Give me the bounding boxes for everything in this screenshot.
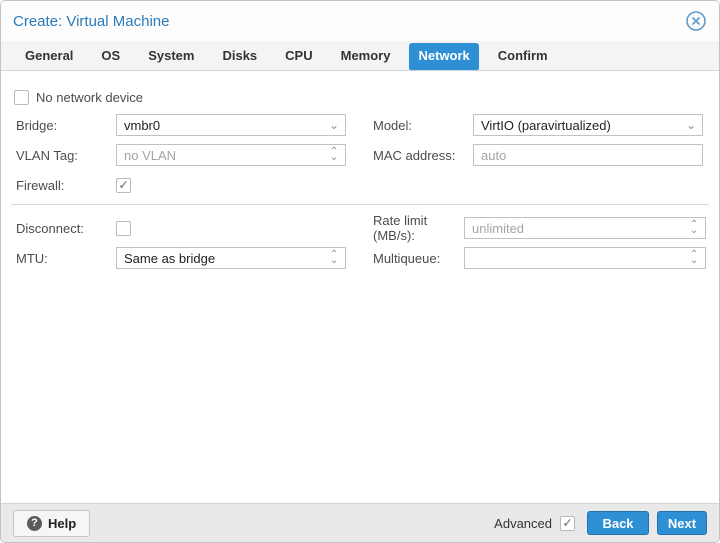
section-divider	[11, 204, 709, 205]
tab-general[interactable]: General	[16, 43, 82, 69]
spinner-arrows-icon[interactable]: ⌃ ⌄	[325, 250, 343, 266]
vlan-tag-label: VLAN Tag:	[16, 147, 78, 163]
spinner-down-icon[interactable]: ⌄	[690, 226, 698, 236]
tab-disks[interactable]: Disks	[213, 43, 266, 69]
rate-limit-label: Rate limit (MB/s):	[373, 213, 428, 243]
mtu-input[interactable]	[124, 248, 325, 268]
rate-limit-input[interactable]	[472, 218, 685, 238]
no-network-device-label: No network device	[36, 89, 143, 105]
no-network-device-checkbox[interactable]	[14, 89, 29, 105]
tab-system[interactable]: System	[139, 43, 203, 69]
multiqueue-spinner[interactable]: ⌃ ⌄	[464, 247, 706, 269]
dialog-footer: ? Help Advanced ✓ Back Next	[1, 503, 719, 542]
help-button-label: Help	[48, 515, 77, 531]
mac-address-field[interactable]	[473, 144, 703, 166]
spinner-down-icon[interactable]: ⌄	[330, 153, 338, 163]
firewall-checkbox[interactable]: ✓	[116, 177, 131, 193]
model-combo[interactable]: ⌄	[473, 114, 703, 136]
network-form: No network device Bridge: ⌄ Model: ⌄	[1, 71, 719, 503]
disconnect-label: Disconnect:	[16, 220, 84, 236]
page-title: Create: Virtual Machine	[13, 12, 170, 30]
tab-os[interactable]: OS	[92, 43, 129, 69]
create-vm-dialog: Create: Virtual Machine General OS Syste…	[0, 0, 720, 543]
vlan-tag-spinner[interactable]: ⌃ ⌄	[116, 144, 346, 166]
bridge-input[interactable]	[124, 115, 325, 135]
spinner-arrows-icon[interactable]: ⌃ ⌄	[685, 250, 703, 266]
multiqueue-input[interactable]	[472, 248, 685, 268]
dialog-header: Create: Virtual Machine	[1, 1, 719, 41]
tab-cpu[interactable]: CPU	[276, 43, 321, 69]
spinner-arrows-icon[interactable]: ⌃ ⌄	[325, 147, 343, 163]
advanced-checkbox[interactable]: ✓	[560, 515, 575, 531]
bridge-combo[interactable]: ⌄	[116, 114, 346, 136]
disconnect-checkbox[interactable]	[116, 220, 131, 236]
spinner-arrows-icon[interactable]: ⌃ ⌄	[685, 220, 703, 236]
vlan-tag-input[interactable]	[124, 145, 325, 165]
rate-limit-spinner[interactable]: ⌃ ⌄	[464, 217, 706, 239]
mtu-spinner[interactable]: ⌃ ⌄	[116, 247, 346, 269]
spinner-down-icon[interactable]: ⌄	[330, 256, 338, 266]
next-button[interactable]: Next	[657, 511, 707, 535]
tab-memory[interactable]: Memory	[332, 43, 400, 69]
help-icon: ?	[27, 515, 42, 531]
back-button[interactable]: Back	[587, 511, 649, 535]
mac-address-input[interactable]	[481, 145, 700, 165]
checkmark-glyph: ✓	[118, 178, 129, 192]
firewall-label: Firewall:	[16, 177, 65, 193]
mtu-label: MTU:	[16, 250, 48, 266]
advanced-label: Advanced	[494, 515, 552, 531]
chevron-down-icon[interactable]: ⌄	[325, 119, 343, 131]
tab-confirm[interactable]: Confirm	[489, 43, 557, 69]
chevron-down-icon[interactable]: ⌄	[682, 119, 700, 131]
bridge-label: Bridge:	[16, 117, 58, 133]
model-input[interactable]	[481, 115, 682, 135]
tab-bar: General OS System Disks CPU Memory Netwo…	[1, 41, 719, 71]
help-button[interactable]: ? Help	[13, 509, 91, 537]
close-icon[interactable]	[685, 10, 707, 32]
model-label: Model:	[373, 117, 413, 133]
mac-address-label: MAC address:	[373, 147, 456, 163]
multiqueue-label: Multiqueue:	[373, 250, 441, 266]
tab-network[interactable]: Network	[409, 43, 479, 70]
spinner-down-icon[interactable]: ⌄	[690, 256, 698, 266]
checkmark-glyph: ✓	[562, 516, 573, 530]
